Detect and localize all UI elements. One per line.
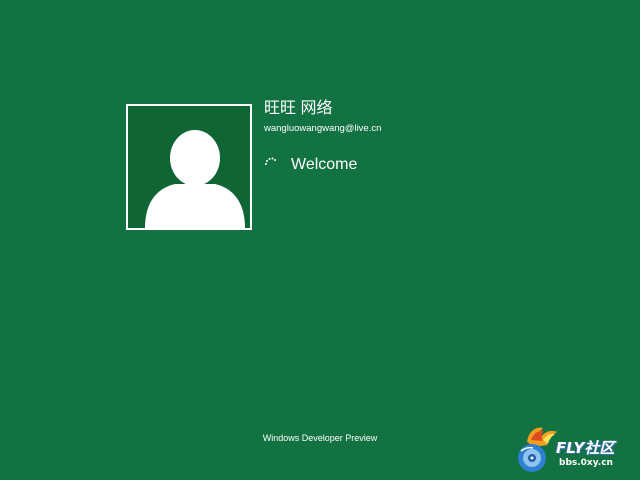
user-email: wangluowangwang@live.cn (264, 123, 382, 134)
lock-screen: 旺旺 网络 wangluowangwang@live.cn Welcome Wi… (0, 0, 640, 480)
fly-community-watermark: FLY社区 bbs.0xy.cn (513, 420, 637, 476)
user-name: 旺旺 网络 (264, 100, 333, 117)
watermark-url: bbs.0xy.cn (559, 458, 613, 468)
user-avatar (126, 104, 252, 230)
loading-spinner-icon (265, 157, 276, 165)
user-silhouette-icon (145, 130, 245, 228)
welcome-message: Welcome (291, 156, 358, 173)
watermark-brand: FLY社区 (556, 439, 615, 457)
